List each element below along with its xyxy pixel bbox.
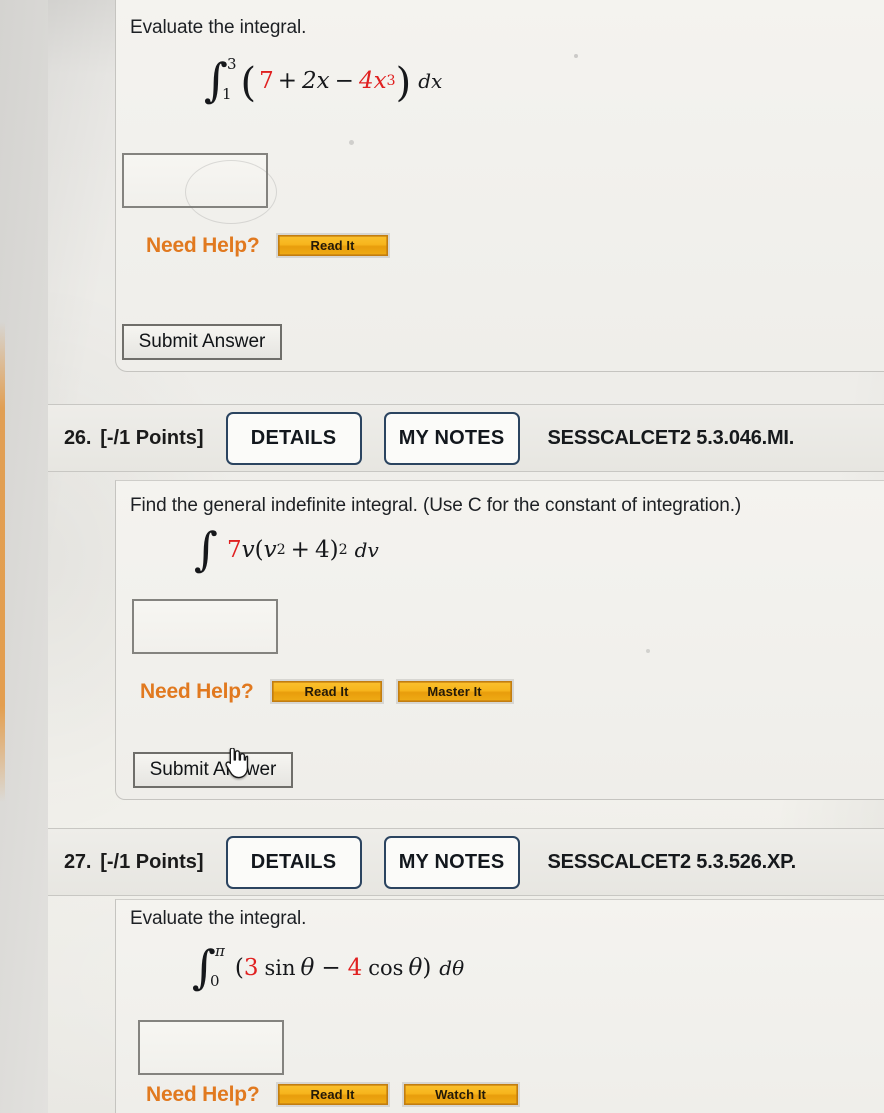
coefficient-2: 4: [347, 955, 363, 981]
question-27-expression: ∫ π 0 ( 3 sin θ − 4 cos θ ) dθ: [192, 940, 884, 995]
question-27-number: 27.: [64, 850, 92, 873]
question-25-need-help-row: Need Help? Read It: [146, 233, 390, 258]
question-26-answer-input[interactable]: [132, 599, 278, 654]
question-26-mynotes-button[interactable]: MY NOTES: [383, 411, 520, 465]
question-27-points: [-/1 Points]: [100, 850, 204, 873]
question-25-expression: ∫ 3 1 ( 7 + 2x − 4x 3 ) dx: [204, 53, 443, 108]
close-paren: ): [422, 955, 432, 981]
variable-2: θ: [408, 955, 423, 981]
differential: dv: [354, 537, 379, 562]
question-27-header: 27. [-/1 Points] DETAILS MY NOTES SESSCA…: [48, 828, 884, 896]
question-26-submit-button[interactable]: Submit Answer: [133, 752, 293, 788]
operator-1: +: [277, 68, 298, 94]
question-27-code: SESSCALCET2 5.3.526.XP.: [547, 850, 797, 873]
upper-limit: 3: [226, 55, 237, 73]
need-help-label: Need Help?: [140, 679, 254, 703]
question-26-number: 26.: [64, 426, 92, 449]
term-2: 2x: [302, 68, 330, 94]
question-26-points: [-/1 Points]: [100, 426, 204, 449]
question-25-prompt: Evaluate the integral.: [130, 17, 307, 38]
question-27-need-help-row: Need Help? Read It Watch It: [146, 1082, 520, 1107]
differential: dx: [418, 69, 443, 93]
function-1: sin: [264, 956, 296, 980]
integral-sign: ∫: [192, 940, 216, 995]
inner-constant: 4: [314, 536, 330, 563]
question-26-need-help-row: Need Help? Read It Master It: [140, 679, 514, 704]
term-3: 4x: [358, 68, 387, 94]
watch-it-button[interactable]: Watch It: [401, 1082, 520, 1107]
need-help-label: Need Help?: [146, 233, 260, 257]
close-paren: ): [329, 536, 339, 563]
page-edge-highlight: [0, 322, 5, 802]
integral-limits: 3 1: [222, 55, 237, 105]
read-it-button[interactable]: Read It: [269, 679, 384, 704]
question-26-code: SESSCALCET2 5.3.046.MI.: [547, 426, 795, 449]
question-27-panel: Evaluate the integral. ∫ π 0 ( 3 sin θ −…: [115, 899, 884, 1113]
question-27-answer-input[interactable]: [138, 1020, 284, 1075]
question-25-answer-input[interactable]: [122, 153, 268, 208]
need-help-label: Need Help?: [146, 1082, 260, 1106]
question-27-details-button[interactable]: DETAILS: [225, 835, 362, 889]
integral-limits: π 0: [210, 942, 225, 992]
open-paren: (: [234, 955, 244, 981]
read-it-button[interactable]: Read It: [275, 233, 390, 258]
read-it-button[interactable]: Read It: [275, 1082, 390, 1107]
operator: −: [321, 955, 341, 981]
question-27-prompt: Evaluate the integral.: [130, 908, 307, 929]
coefficient: 7: [226, 536, 242, 563]
variable: v: [241, 536, 255, 563]
operator-2: −: [334, 68, 354, 94]
differential: dθ: [439, 956, 465, 980]
function-2: cos: [368, 956, 404, 980]
question-25-panel: Evaluate the integral. ∫ 3 1 ( 7 + 2x − …: [115, 0, 884, 372]
question-26-details-button[interactable]: DETAILS: [225, 411, 362, 465]
question-26-expression: ∫ 7 v ( v2 + 4 ) 2 dv: [194, 522, 379, 576]
variable-1: θ: [300, 955, 315, 981]
open-paren: (: [240, 60, 257, 106]
question-27-mynotes-button[interactable]: MY NOTES: [383, 835, 520, 889]
question-25-submit-button[interactable]: Submit Answer: [122, 324, 282, 360]
question-26-prompt: Find the general indefinite integral. (U…: [130, 495, 742, 516]
integral-sign: ∫: [194, 522, 218, 576]
upper-limit: π: [214, 942, 225, 960]
inner-operator: +: [290, 536, 310, 563]
integral-sign: ∫: [204, 53, 228, 108]
question-26-header: 26. [-/1 Points] DETAILS MY NOTES SESSCA…: [48, 404, 884, 472]
master-it-button[interactable]: Master It: [395, 679, 514, 704]
term-1: 7: [259, 68, 274, 94]
inner-variable: v: [263, 536, 277, 563]
coefficient-1: 3: [243, 955, 259, 981]
page-left-gutter: [0, 0, 48, 1113]
open-paren: (: [254, 536, 264, 563]
close-paren: ): [395, 60, 412, 106]
